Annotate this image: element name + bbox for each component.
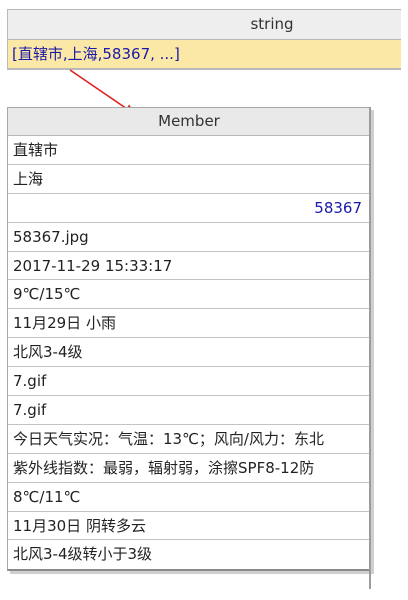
member-row[interactable]: 7.gif bbox=[8, 396, 370, 425]
member-row[interactable]: 58367.jpg bbox=[8, 223, 370, 252]
member-column-header[interactable]: Member bbox=[8, 108, 370, 136]
member-row[interactable]: 8℃/11℃ bbox=[8, 483, 370, 512]
member-row[interactable]: 直辖市 bbox=[8, 136, 370, 165]
member-row[interactable]: 今日天气实况：气温：13℃；风向/风力：东北 bbox=[8, 425, 370, 454]
member-row[interactable]: 9℃/15℃ bbox=[8, 280, 370, 310]
member-row[interactable]: 11月29日 小雨 bbox=[8, 309, 370, 339]
member-table: Member 直辖市 上海 58367 58367.jpg 2017-11-29 15:… bbox=[7, 107, 371, 572]
table-right-border bbox=[369, 107, 371, 589]
member-row[interactable]: 北风3-4级转小于3级 bbox=[8, 540, 370, 569]
member-row[interactable]: 北风3-4级 bbox=[8, 338, 370, 368]
member-row[interactable]: 58367 bbox=[8, 194, 370, 223]
member-row[interactable]: 上海 bbox=[8, 165, 370, 194]
member-row[interactable]: 2017-11-29 15:33:17 bbox=[8, 252, 370, 281]
member-row[interactable]: 7.gif bbox=[8, 367, 370, 397]
string-table: string [直辖市,上海,58367, ...] bbox=[7, 9, 401, 70]
member-rows: 直辖市 上海 58367 58367.jpg 2017-11-29 15:33:17 9℃… bbox=[8, 136, 370, 569]
member-row[interactable]: 11月30日 阴转多云 bbox=[8, 512, 370, 541]
screenshot-stage: string [直辖市,上海,58367, ...] Member 直辖市 上海 5… bbox=[0, 0, 408, 600]
member-row[interactable]: 紫外线指数：最弱，辐射弱，涂擦SPF8-12防 bbox=[8, 454, 370, 483]
string-value-row[interactable]: [直辖市,上海,58367, ...] bbox=[8, 40, 401, 69]
string-column-header[interactable]: string bbox=[8, 10, 401, 40]
